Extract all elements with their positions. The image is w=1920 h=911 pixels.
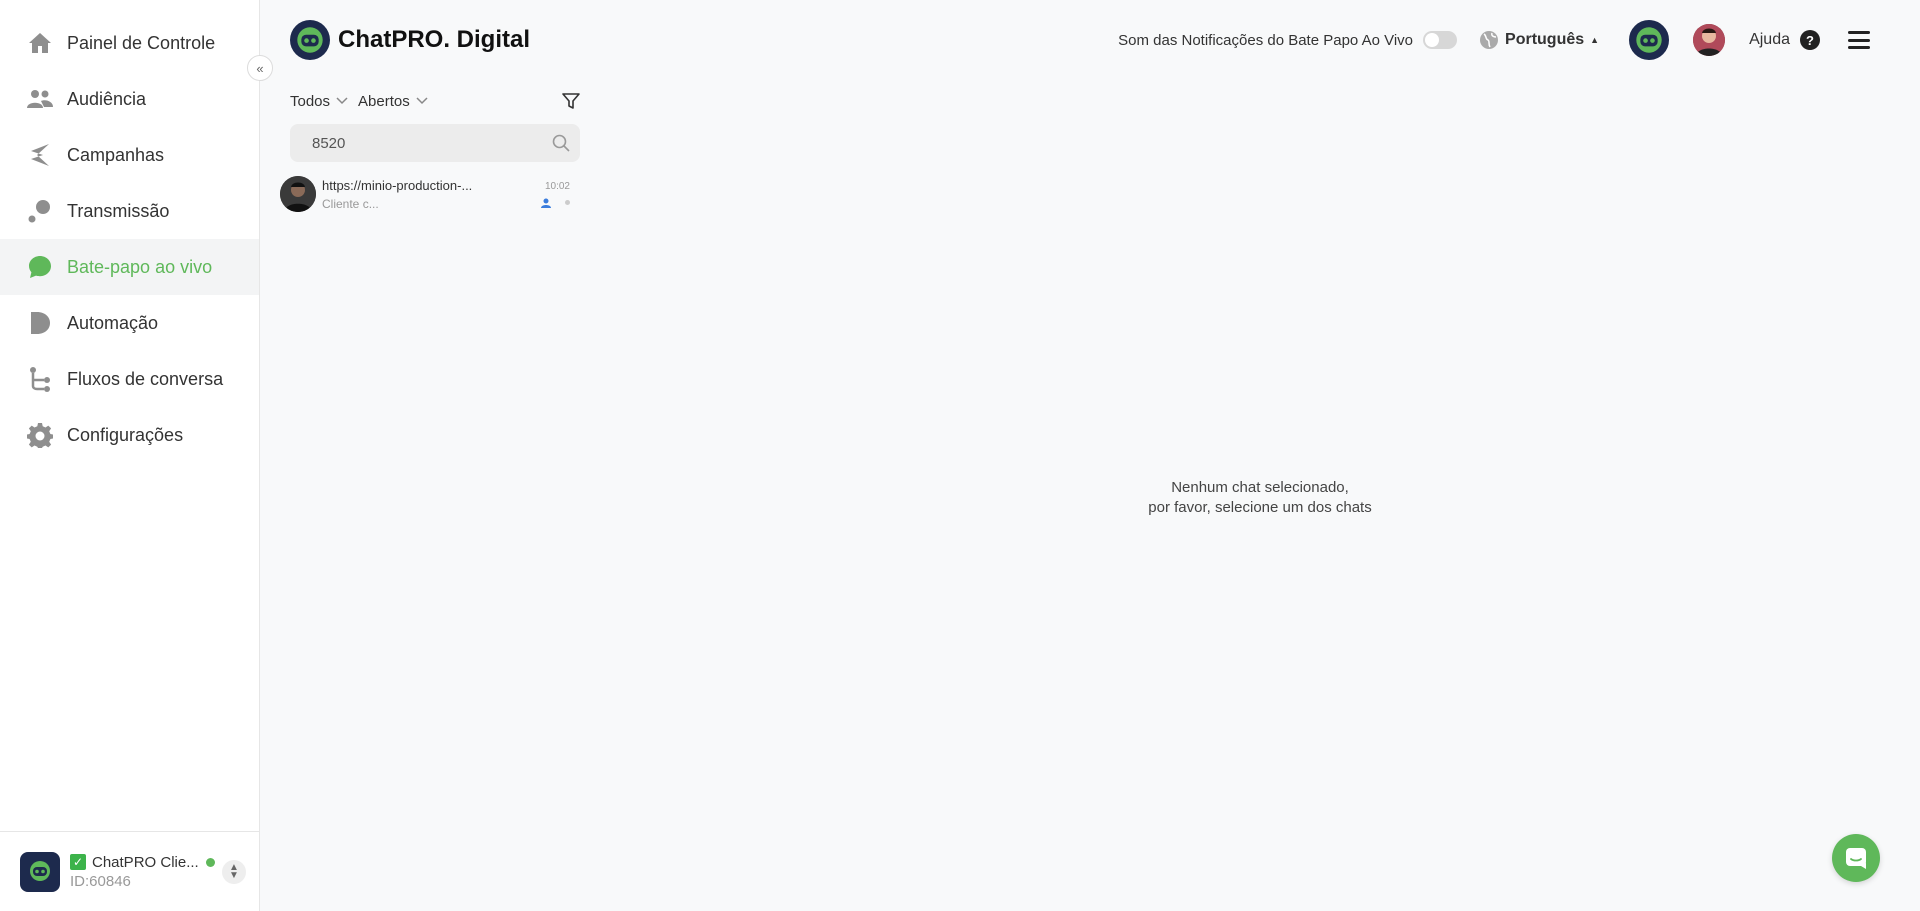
chat-icon (27, 254, 53, 280)
online-status-dot (205, 857, 215, 867)
user-photo-icon (1693, 24, 1726, 56)
sidebar-item-label: Configurações (67, 424, 184, 445)
contact-photo-icon (280, 176, 316, 212)
automation-icon (27, 310, 53, 336)
double-chevron-left-icon: « (256, 60, 264, 76)
sidebar-item-bate-papo[interactable]: Bate-papo ao vivo (0, 239, 259, 295)
campaign-icon (27, 142, 53, 168)
account-id: ID:60846 (70, 872, 131, 890)
chat-item-icons (541, 198, 570, 208)
flow-icon (27, 366, 53, 392)
chat-list-panel: Todos Abertos https://minio-production-.… (280, 92, 580, 214)
home-icon (27, 30, 53, 56)
search-icon[interactable] (552, 134, 570, 152)
sidebar-nav: Painel de Controle Audiência Campanhas T… (0, 15, 259, 463)
caret-up-icon: ▲ (1590, 35, 1600, 45)
broadcast-icon (27, 198, 53, 224)
sidebar-item-label: Painel de Controle (67, 32, 216, 53)
notification-sound-toggle[interactable] (1423, 31, 1458, 49)
chat-item-time: 10:02 (544, 180, 570, 192)
sidebar-item-label: Audiência (67, 88, 147, 109)
question-icon: ? (1800, 30, 1820, 50)
brand-logo-icon (290, 20, 330, 60)
assigned-user-icon (541, 198, 551, 208)
toggle-knob (1425, 33, 1440, 47)
sidebar-item-label: Fluxos de conversa (67, 368, 224, 389)
support-chat-button[interactable] (1832, 834, 1880, 882)
hamburger-menu-icon[interactable] (1848, 31, 1870, 49)
filter-status-label: Abertos (358, 92, 410, 110)
chat-item-subtitle: Cliente c... (322, 196, 379, 211)
sidebar-item-label: Automação (67, 312, 159, 333)
empty-state-line2: por favor, selecione um dos chats (1148, 499, 1372, 516)
empty-chat-state: Nenhum chat selecionado, por favor, sele… (1060, 478, 1460, 518)
filter-all-label: Todos (290, 92, 331, 110)
help-button[interactable]: Ajuda ? (1749, 30, 1820, 50)
brand: ChatPRO. Digital (290, 20, 530, 60)
bot-logo-icon (1636, 27, 1662, 53)
top-header: ChatPRO. Digital Som das Notificações do… (260, 0, 1920, 80)
users-icon (27, 86, 53, 112)
sidebar-item-label: Bate-papo ao vivo (67, 256, 213, 277)
user-avatar[interactable] (1693, 24, 1726, 56)
sidebar-item-audiencia[interactable]: Audiência (0, 71, 259, 127)
notification-sound-label: Som das Notificações do Bate Papo Ao Viv… (1118, 31, 1414, 49)
search-input[interactable] (290, 134, 552, 152)
account-switcher[interactable]: ✓ ChatPRO Clie... ID:60846 ▲ ▼ (0, 831, 260, 911)
empty-state-line1: Nenhum chat selecionado, (1171, 479, 1349, 496)
chevron-down-icon (416, 97, 428, 105)
sidebar-item-label: Campanhas (67, 144, 165, 165)
account-name-row: ✓ ChatPRO Clie... (70, 854, 222, 871)
filter-funnel-icon[interactable] (562, 92, 580, 110)
chevron-down-icon (336, 97, 348, 105)
sidebar-item-painel[interactable]: Painel de Controle (0, 15, 259, 71)
chat-filters: Todos Abertos (280, 92, 580, 110)
brand-name: ChatPRO. Digital (338, 26, 531, 53)
contact-avatar (280, 176, 316, 212)
sidebar: Painel de Controle Audiência Campanhas T… (0, 0, 260, 911)
sidebar-item-fluxos[interactable]: Fluxos de conversa (0, 351, 259, 407)
gear-icon (27, 422, 53, 448)
account-switch-icon[interactable]: ▲ ▼ (222, 859, 246, 884)
filter-all-dropdown[interactable]: Todos (290, 93, 348, 110)
verified-check-icon: ✓ (70, 854, 86, 870)
account-avatar (20, 851, 60, 892)
chat-item-title: https://minio-production-... (322, 177, 473, 193)
collapse-sidebar-button[interactable]: « (247, 55, 273, 81)
bot-logo-icon (30, 860, 50, 881)
chat-item-meta: 10:02 (534, 181, 570, 208)
sidebar-item-label: Transmissão (67, 200, 170, 221)
account-info: ✓ ChatPRO Clie... ID:60846 (70, 854, 222, 890)
sidebar-item-configuracoes[interactable]: Configurações (0, 407, 259, 463)
unread-status-dot (565, 200, 570, 205)
globe-icon (1480, 31, 1499, 49)
chat-search (290, 124, 580, 162)
filter-status-dropdown[interactable]: Abertos (358, 93, 428, 110)
help-label: Ajuda (1749, 31, 1790, 48)
chat-bubble-icon (1846, 848, 1866, 869)
chat-list-item[interactable]: https://minio-production-... Cliente c..… (280, 174, 580, 214)
language-name: Português (1505, 31, 1585, 48)
bot-avatar-button[interactable] (1629, 20, 1670, 60)
sidebar-item-automacao[interactable]: Automação (0, 295, 259, 351)
sidebar-item-campanhas[interactable]: Campanhas (0, 127, 259, 183)
language-selector[interactable]: Português ▲ (1479, 30, 1599, 50)
account-name: ChatPRO Clie... (92, 853, 199, 871)
chat-item-body: https://minio-production-... Cliente c..… (322, 178, 534, 211)
header-actions: Som das Notificações do Bate Papo Ao Viv… (1118, 20, 1920, 60)
sidebar-item-transmissao[interactable]: Transmissão (0, 183, 259, 239)
